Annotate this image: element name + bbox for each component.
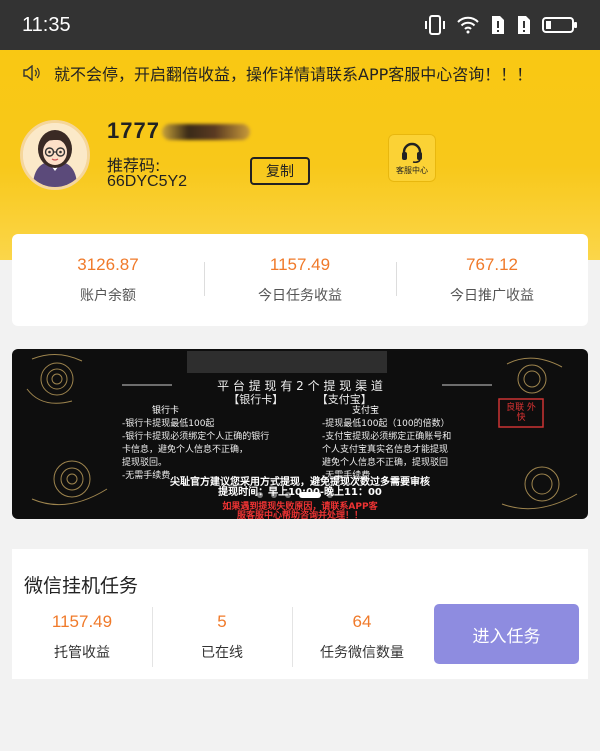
phone-number: 1777 — [107, 118, 250, 144]
stat-balance[interactable]: 3126.87 账户余额 — [12, 234, 204, 326]
alipay-column: 支付宝 -提现最低100起（100的倍数） -支付宝提现必须绑定正确账号和 个人… — [322, 405, 502, 483]
alipay-line: 避免个人信息不正确，提现驳回 — [322, 458, 449, 468]
alipay-line: 个人支付宝真实名信息才能提现 — [322, 445, 449, 455]
speaker-icon — [23, 65, 40, 81]
vibrate-icon — [425, 15, 445, 35]
task-stat-value: 5 — [217, 612, 227, 631]
no-sim-2-icon — [518, 16, 530, 34]
bank-line: -银行卡提现必须绑定个人正确的银行 — [122, 432, 270, 442]
wifi-icon — [457, 16, 479, 34]
banner-stamp: 良联 外快 — [506, 403, 536, 423]
headset-icon — [402, 142, 422, 163]
task-stats: 1157.49 托管收益 5 已在线 64 任务微信数量 — [12, 607, 432, 667]
stat-today-task-income[interactable]: 1157.49 今日任务收益 — [204, 234, 396, 326]
bank-line: 提现驳回。 — [122, 458, 168, 468]
task-stat-online: 5 已在线 — [152, 607, 292, 667]
alipay-line: -提现最低100起（100的倍数） — [322, 419, 450, 429]
status-bar: 11:35 — [0, 0, 600, 50]
stat-value: 3126.87 — [77, 255, 139, 274]
stat-label: 今日任务收益 — [258, 288, 342, 304]
bank-line: 卡信息，避免个人信息不正确， — [122, 445, 249, 455]
task-stat-wechat-count: 64 任务微信数量 — [292, 607, 432, 667]
task-stat-value: 1157.49 — [51, 612, 113, 631]
phone-visible: 1777 — [107, 118, 160, 143]
status-icons — [424, 14, 578, 36]
withdraw-banner[interactable]: 平 台 提 现 有 2 个 提 现 渠 道 【银行卡】 【支付宝】 银行卡 -银… — [12, 349, 588, 519]
task-stat-label: 已在线 — [201, 645, 243, 661]
bank-column: 银行卡 -银行卡提现最低100起 -银行卡提现必须绑定个人正确的银行 卡信息，避… — [122, 405, 312, 483]
bank-title: 银行卡 — [152, 406, 180, 416]
alipay-line: -支付宝提现必须绑定正确账号和 — [322, 432, 452, 442]
notice-bar[interactable]: 就不会停，开启翻倍收益，操作详情请联系APP客服中心咨询！！！ — [22, 60, 590, 86]
copy-button[interactable]: 复制 — [250, 157, 310, 185]
enter-task-button[interactable]: 进入任务 — [434, 604, 579, 664]
phone-mask — [161, 124, 250, 141]
battery-icon — [542, 17, 577, 33]
customer-service-button[interactable]: 客服中心 — [388, 134, 436, 182]
task-stat-label: 托管收益 — [54, 645, 110, 661]
stat-label: 今日推广收益 — [450, 288, 534, 304]
bank-line: -银行卡提现最低100起 — [122, 419, 215, 429]
account-stats-card: 3126.87 账户余额 1157.49 今日任务收益 767.12 今日推广收… — [12, 234, 588, 326]
status-time: 11:35 — [22, 13, 71, 36]
task-title: 微信挂机任务 — [24, 575, 139, 597]
task-stat-value: 64 — [352, 612, 372, 631]
banner-time: 提现时间：早上10:00-晚上11：00 — [218, 487, 382, 498]
stat-today-promo-income[interactable]: 767.12 今日推广收益 — [396, 234, 588, 326]
stat-value: 1157.49 — [269, 255, 331, 274]
task-stat-hosted-income: 1157.49 托管收益 — [12, 607, 152, 667]
profile-header: 就不会停，开启翻倍收益，操作详情请联系APP客服中心咨询！！！ 1777 推荐码… — [0, 50, 600, 260]
wechat-task-card: 微信挂机任务 1157.49 托管收益 5 已在线 64 任务微信数量 进入任务 — [12, 549, 588, 679]
referral-code: 66DYC5Y2 — [107, 173, 188, 190]
stat-label: 账户余额 — [80, 288, 136, 304]
alipay-title: 支付宝 — [352, 406, 380, 416]
no-sim-icon — [492, 16, 504, 34]
avatar-girl-icon — [23, 123, 87, 187]
stat-value: 767.12 — [466, 255, 518, 274]
task-stat-label: 任务微信数量 — [320, 645, 404, 661]
banner-red-line-2: 服客服中心帮助咨询并处理！！ — [236, 511, 363, 519]
notice-text: 就不会停，开启翻倍收益，操作详情请联系APP客服中心咨询！！！ — [54, 65, 533, 84]
avatar[interactable] — [20, 120, 90, 190]
service-label: 客服中心 — [396, 165, 428, 175]
